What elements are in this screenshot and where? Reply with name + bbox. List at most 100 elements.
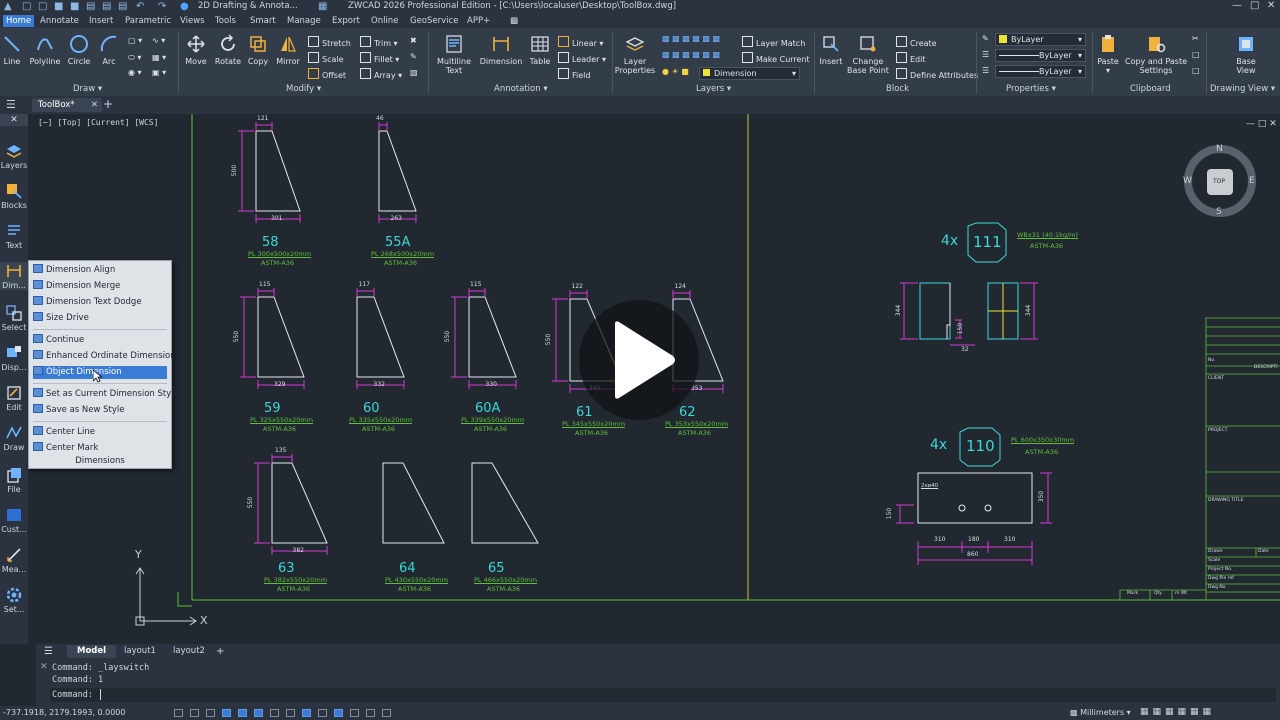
tab-app-plus[interactable]: APP+ [467,16,490,26]
status-toggle-button[interactable] [238,709,247,717]
palette-layers[interactable]: Layers [0,142,28,170]
rectangle-icon[interactable]: ▢ ▾ [128,36,142,45]
save-icon[interactable]: ■ [54,1,63,12]
menu-continue[interactable]: Continue [33,334,167,347]
linear-dim-button[interactable]: Linear ▾ [558,36,603,48]
palette-display[interactable]: Disp... [0,344,28,372]
array-button[interactable]: Array ▾ [360,68,402,80]
table-button[interactable]: Table [526,34,554,66]
copy-paste-settings-button[interactable]: Copy and Paste Settings [1122,34,1190,75]
layer-tools-row1[interactable]: ▩ ▩ ▩ ▩ ▩ ▩ [662,34,720,43]
layer-tools-row2[interactable]: ▩ ▩ ▩ ▩ ▩ ▩ [662,50,720,59]
tab-parametric[interactable]: Parametric [125,16,171,26]
color-dropdown[interactable]: ByLayer ▾ [995,33,1086,46]
palette-select[interactable]: Select [0,304,28,332]
status-toggle-button[interactable] [302,709,311,717]
circle-button[interactable]: Circle [66,34,92,66]
status-toggle-button[interactable] [350,709,359,717]
layer-properties-button[interactable]: Layer Properties [614,34,656,75]
tab-layout2[interactable]: layout2 [173,646,205,656]
insert-button[interactable]: Insert [816,34,846,66]
draw-panel-label[interactable]: Draw ▾ [73,84,102,94]
palette-measure[interactable]: Mea... [0,546,28,574]
status-toggle-button[interactable] [318,709,327,717]
define-attributes-button[interactable]: Define Attributes [896,68,978,80]
menu-set-current-dimension-style[interactable]: Set as Current Dimension Style [33,388,179,401]
menu-center-line[interactable]: Center Line [33,426,167,439]
tab-home[interactable]: Home [3,15,35,27]
layers-panel-label[interactable]: Layers ▾ [696,84,731,94]
redo-icon[interactable]: ↷ [158,1,166,12]
arc-button[interactable]: Arc [98,34,120,66]
palette-draw[interactable]: Draw [0,424,28,452]
layer-dropdown[interactable]: Dimension ▾ [699,67,800,80]
menu-size-drive[interactable]: Size Drive [33,312,167,325]
palette-dimensions[interactable]: Dim... [0,262,28,290]
drawing-view-panel-label[interactable]: Drawing View ▾ [1210,84,1275,94]
status-toggle-button[interactable] [174,709,183,717]
tab-tools[interactable]: Tools [215,16,236,26]
copy-button[interactable]: Copy [244,34,272,66]
layer-state-icons[interactable]: ● ☀ ■ [662,67,689,76]
layer-match-button[interactable]: Layer Match [742,36,805,48]
workspace-selector[interactable]: 2D Drafting & Annota... [198,1,298,11]
palette-customize[interactable]: Cust... [0,506,28,534]
print-icon[interactable]: ▤ [86,1,95,12]
tab-geoservice[interactable]: GeoService [410,16,458,26]
plot-icon[interactable]: ▤ [102,1,111,12]
mirror-button[interactable]: Mirror [273,34,303,66]
tab-layout1[interactable]: layout1 [124,646,156,656]
offset-button[interactable]: Offset [308,68,346,80]
close-icon[interactable]: ✕ [1267,0,1275,11]
block-panel-label[interactable]: Block [886,84,909,94]
viewcube-west[interactable]: W [1183,176,1192,186]
copy-with-base-icon[interactable]: □ [1192,66,1200,75]
command-close-icon[interactable]: ✕ [40,662,48,672]
add-layout-button[interactable]: + [216,646,224,657]
linetype-icon[interactable]: ☰ [982,50,989,59]
menu-center-mark[interactable]: Center Mark [33,442,167,455]
erase-icon[interactable]: ✖ [410,36,417,45]
status-toggle-button[interactable] [382,709,391,717]
units-button[interactable]: ▩ Millimeters ▾ [1070,708,1131,717]
tab-model[interactable]: Model [67,645,117,658]
palette-blocks[interactable]: Blocks [0,182,28,210]
linetype-dropdown[interactable]: ByLayer ▾ [995,49,1086,62]
palette-text[interactable]: Text [0,222,28,250]
rotate-button[interactable]: Rotate [212,34,244,66]
viewcube-east[interactable]: E [1249,176,1255,186]
scale-button[interactable]: Scale [308,52,344,64]
trim-button[interactable]: Trim ▾ [360,36,398,48]
paste-button[interactable]: Paste ▾ [1094,34,1122,75]
new-file-icon[interactable]: □ [22,1,31,12]
tab-views[interactable]: Views [180,16,205,26]
video-play-button[interactable] [579,300,699,420]
cut-icon[interactable]: ✂ [1192,34,1199,43]
multiline-text-button[interactable]: Multiline Text [434,34,474,75]
clipboard-panel-label[interactable]: Clipboard [1130,84,1171,94]
annotation-panel-label[interactable]: Annotation ▾ [494,84,548,94]
modify-panel-label[interactable]: Modify ▾ [286,84,321,94]
dimension-button[interactable]: Dimension [479,34,523,66]
ribbon-toggle-icon[interactable]: ▩ [510,16,518,26]
status-toggle-button[interactable] [254,709,263,717]
tab-close-icon[interactable]: ✕ [91,98,98,112]
move-button[interactable]: Move [183,34,209,66]
save-as-icon[interactable]: ■ [70,1,79,12]
fillet-button[interactable]: Fillet ▾ [360,52,399,64]
properties-panel-label[interactable]: Properties ▾ [1006,84,1056,94]
edit-block-button[interactable]: Edit [896,52,926,64]
palette-settings[interactable]: Set... [0,586,28,614]
status-toggle-button[interactable] [206,709,215,717]
tab-manage[interactable]: Manage [287,16,321,26]
tab-export[interactable]: Export [332,16,360,26]
status-toggle-button[interactable] [270,709,279,717]
status-toggle-button[interactable] [222,709,231,717]
change-base-point-button[interactable]: Change Base Point [846,34,890,75]
ellipse-icon[interactable]: ⬭ ▾ [128,53,141,63]
viewcube-south[interactable]: S [1216,207,1222,217]
document-tab[interactable]: ToolBox* ✕ [32,98,102,112]
viewcube-top-face[interactable]: TOP [1213,178,1225,185]
status-right-icons[interactable]: ▦▦▦▦▦▦ [1140,707,1215,717]
hatch-icon[interactable]: ▦ ▾ [152,53,166,62]
